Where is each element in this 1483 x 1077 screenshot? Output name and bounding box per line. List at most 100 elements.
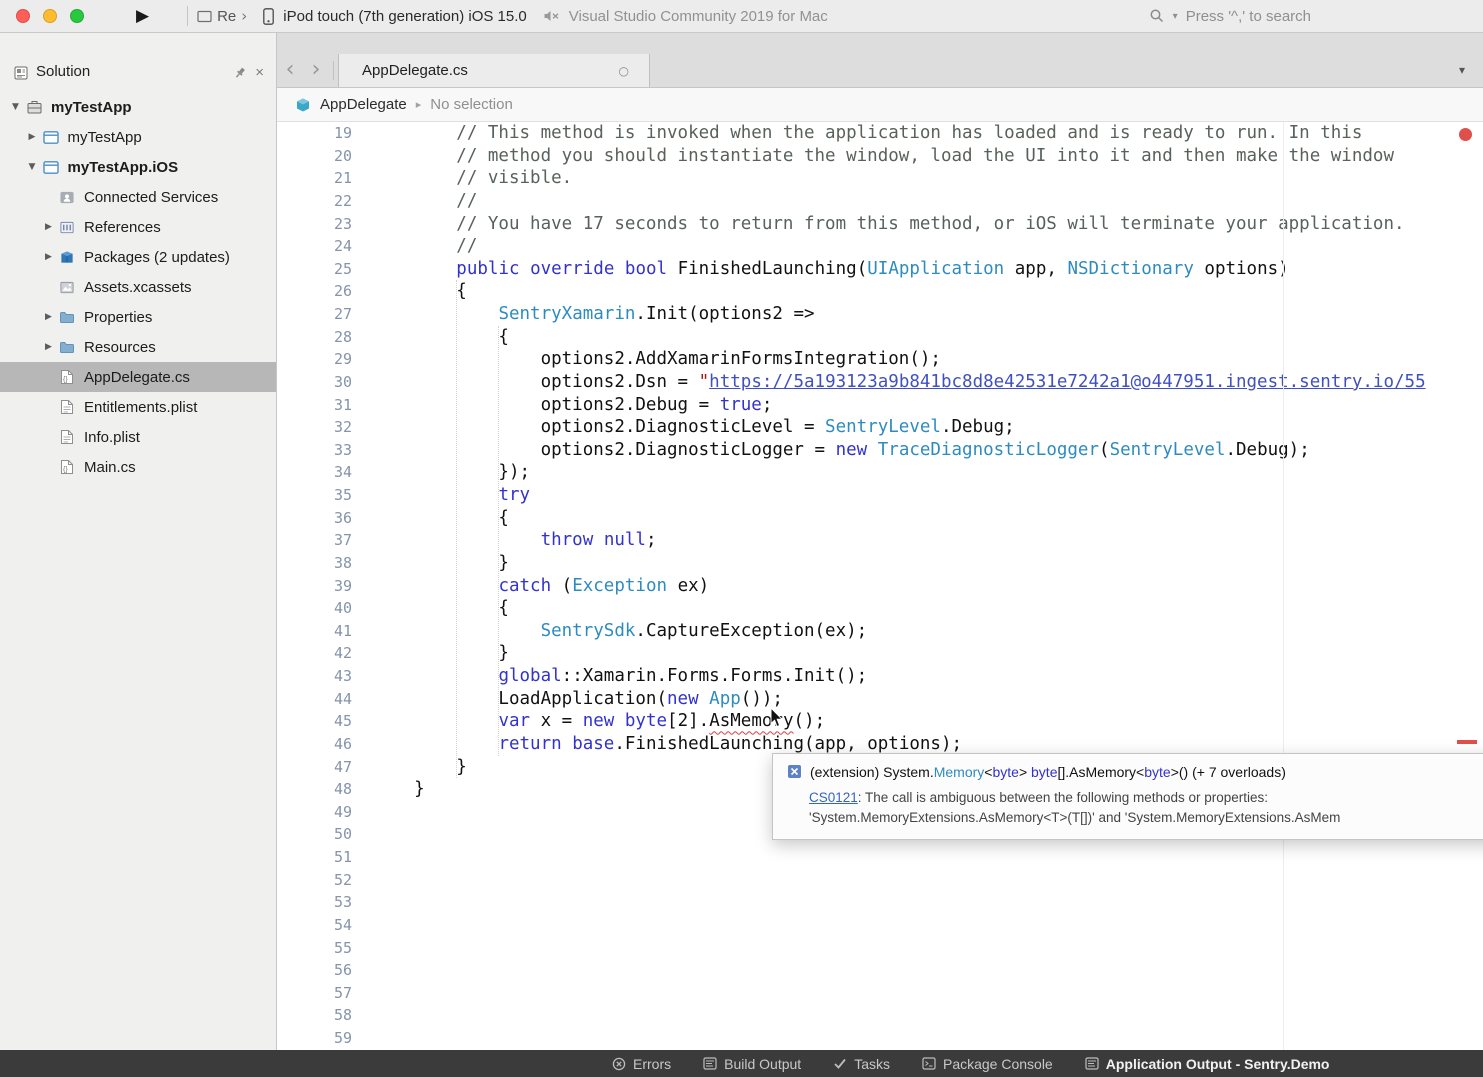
sidebar-item-mytestapp-ios[interactable]: ▼myTestApp.iOS [0, 152, 276, 182]
sidebar-item-properties[interactable]: ▶ Properties [0, 302, 276, 332]
code-line-33[interactable]: 33 options2.DiagnosticLogger = new Trace… [277, 439, 1483, 462]
sidebar-item-assets-xcassets[interactable]: Assets.xcassets [0, 272, 276, 302]
build-configuration-dropdown[interactable]: Re › [197, 7, 247, 25]
code-line-38[interactable]: 38 } [277, 552, 1483, 575]
line-number: 56 [277, 959, 352, 982]
code-line-41[interactable]: 41 SentrySdk.CaptureException(ex); [277, 620, 1483, 643]
line-number: 45 [277, 710, 352, 733]
collapse-arrow-icon[interactable]: ▼ [25, 162, 40, 172]
editor-column: ‹ › AppDelegate.cs ○ ▾ AppDelegate ▸ No … [277, 33, 1483, 1050]
code-line-25[interactable]: 25 public override bool FinishedLaunchin… [277, 258, 1483, 281]
minimize-window-button[interactable] [43, 9, 57, 23]
code-line-22[interactable]: 22 // [277, 190, 1483, 213]
sidebar-item-appdelegate-cs[interactable]: {}AppDelegate.cs [0, 362, 276, 392]
code-text: LoadApplication(new App()); [372, 688, 783, 711]
code-text: options2.DiagnosticLevel = SentryLevel.D… [372, 416, 1015, 439]
expand-arrow-icon[interactable]: ▶ [41, 312, 56, 322]
sidebar-item-packages-2-updates[interactable]: ▶Packages (2 updates) [0, 242, 276, 272]
code-editor[interactable]: 19 // This method is invoked when the ap… [277, 122, 1483, 1050]
code-line-58[interactable]: 58 [277, 1004, 1483, 1027]
sidebar-item-label: Entitlements.plist [84, 399, 197, 416]
code-line-37[interactable]: 37 throw null; [277, 529, 1483, 552]
expand-arrow-icon[interactable]: ▶ [41, 342, 56, 352]
code-line-51[interactable]: 51 [277, 846, 1483, 869]
code-line-35[interactable]: 35 try [277, 484, 1483, 507]
line-number: 35 [277, 484, 352, 507]
code-text: // [372, 235, 477, 258]
sidebar-item-references[interactable]: ▶References [0, 212, 276, 242]
collapse-arrow-icon[interactable]: ▼ [8, 102, 23, 112]
statusbar-build-output[interactable]: Build Output [703, 1056, 801, 1072]
breadcrumb-selection[interactable]: No selection [430, 96, 513, 113]
code-line-36[interactable]: 36 { [277, 507, 1483, 530]
error-squiggle-identifier[interactable]: AsMemory [709, 711, 793, 731]
breadcrumb-scope[interactable]: AppDelegate [320, 96, 407, 113]
code-line-54[interactable]: 54 [277, 914, 1483, 937]
statusbar-tasks[interactable]: Tasks [833, 1056, 890, 1072]
solution-icon [25, 100, 43, 114]
close-pad-button[interactable]: × [255, 65, 264, 80]
tooltip-error-message: CS0121: The call is ambiguous between th… [787, 788, 1483, 829]
code-line-29[interactable]: 29 options2.AddXamarinFormsIntegration()… [277, 348, 1483, 371]
code-line-28[interactable]: 28 { [277, 326, 1483, 349]
code-line-42[interactable]: 42 } [277, 642, 1483, 665]
line-number: 53 [277, 891, 352, 914]
code-line-26[interactable]: 26 { [277, 280, 1483, 303]
expand-arrow-icon[interactable]: ▶ [25, 132, 40, 142]
code-line-20[interactable]: 20 // method you should instantiate the … [277, 145, 1483, 168]
sidebar-item-resources[interactable]: ▶ Resources [0, 332, 276, 362]
code-line-30[interactable]: 30 options2.Dsn = "https://5a193123a9b84… [277, 371, 1483, 394]
code-line-59[interactable]: 59 [277, 1027, 1483, 1050]
breadcrumb: AppDelegate ▸ No selection [277, 88, 1483, 122]
sidebar-item-main-cs[interactable]: {}Main.cs [0, 452, 276, 482]
code-line-53[interactable]: 53 [277, 891, 1483, 914]
statusbar-package-console[interactable]: Package Console [922, 1056, 1053, 1072]
pin-pad-button[interactable] [233, 66, 247, 80]
code-line-55[interactable]: 55 [277, 937, 1483, 960]
tab-overflow-menu-button[interactable]: ▾ [1459, 54, 1465, 87]
code-line-56[interactable]: 56 [277, 959, 1483, 982]
statusbar-application-output-sentry-demo[interactable]: Application Output - Sentry.Demo [1085, 1056, 1330, 1072]
sentry-dsn-link[interactable]: https://5a193123a9b841bc8d8e42531e7242a1… [709, 372, 1425, 392]
code-line-45[interactable]: 45 var x = new byte[2].AsMemory(); [277, 710, 1483, 733]
code-line-43[interactable]: 43 global::Xamarin.Forms.Forms.Init(); [277, 665, 1483, 688]
code-line-32[interactable]: 32 options2.DiagnosticLevel = SentryLeve… [277, 416, 1483, 439]
code-line-52[interactable]: 52 [277, 869, 1483, 892]
packages-icon [58, 250, 76, 265]
tab-appdelegate-cs[interactable]: AppDelegate.cs ○ [338, 54, 650, 87]
statusbar-errors[interactable]: Errors [612, 1056, 671, 1072]
tab-modified-indicator[interactable]: ○ [619, 64, 629, 78]
global-search-field[interactable]: ▾ Press '^,' to search [1149, 8, 1311, 25]
sidebar-item-label: Resources [84, 339, 156, 356]
code-line-21[interactable]: 21 // visible. [277, 167, 1483, 190]
code-line-24[interactable]: 24 // [277, 235, 1483, 258]
code-line-57[interactable]: 57 [277, 982, 1483, 1005]
code-line-27[interactable]: 27 SentryXamarin.Init(options2 => [277, 303, 1483, 326]
run-button[interactable]: ▶ [136, 6, 149, 26]
code-line-23[interactable]: 23 // You have 17 seconds to return from… [277, 213, 1483, 236]
zoom-window-button[interactable] [70, 9, 84, 23]
code-line-40[interactable]: 40 { [277, 597, 1483, 620]
error-code-link[interactable]: CS0121 [809, 790, 858, 805]
sidebar-item-mytestapp[interactable]: ▶ myTestApp [0, 122, 276, 152]
navigate-back-button[interactable]: ‹ [277, 54, 303, 87]
sidebar-item-mytestapp[interactable]: ▼myTestApp [0, 92, 276, 122]
sidebar-item-entitlements-plist[interactable]: Entitlements.plist [0, 392, 276, 422]
expand-arrow-icon[interactable]: ▶ [41, 222, 56, 232]
sidebar-item-label: Properties [84, 309, 152, 326]
code-line-31[interactable]: 31 options2.Debug = true; [277, 394, 1483, 417]
error-overview-indicator[interactable] [1459, 128, 1472, 141]
expand-arrow-icon[interactable]: ▶ [41, 252, 56, 262]
code-line-19[interactable]: 19 // This method is invoked when the ap… [277, 122, 1483, 145]
device-selector[interactable]: iPod touch (7th generation) iOS 15.0 [263, 8, 527, 25]
code-line-34[interactable]: 34 }); [277, 461, 1483, 484]
code-line-39[interactable]: 39 catch (Exception ex) [277, 575, 1483, 598]
sidebar-item-connected-services[interactable]: Connected Services [0, 182, 276, 212]
error-line-marker[interactable] [1457, 740, 1477, 744]
close-window-button[interactable] [16, 9, 30, 23]
sidebar-item-label: myTestApp [68, 129, 142, 146]
code-text: options2.DiagnosticLogger = new TraceDia… [372, 439, 1310, 462]
sidebar-item-info-plist[interactable]: Info.plist [0, 422, 276, 452]
navigate-forward-button[interactable]: › [303, 54, 329, 87]
code-line-44[interactable]: 44 LoadApplication(new App()); [277, 688, 1483, 711]
